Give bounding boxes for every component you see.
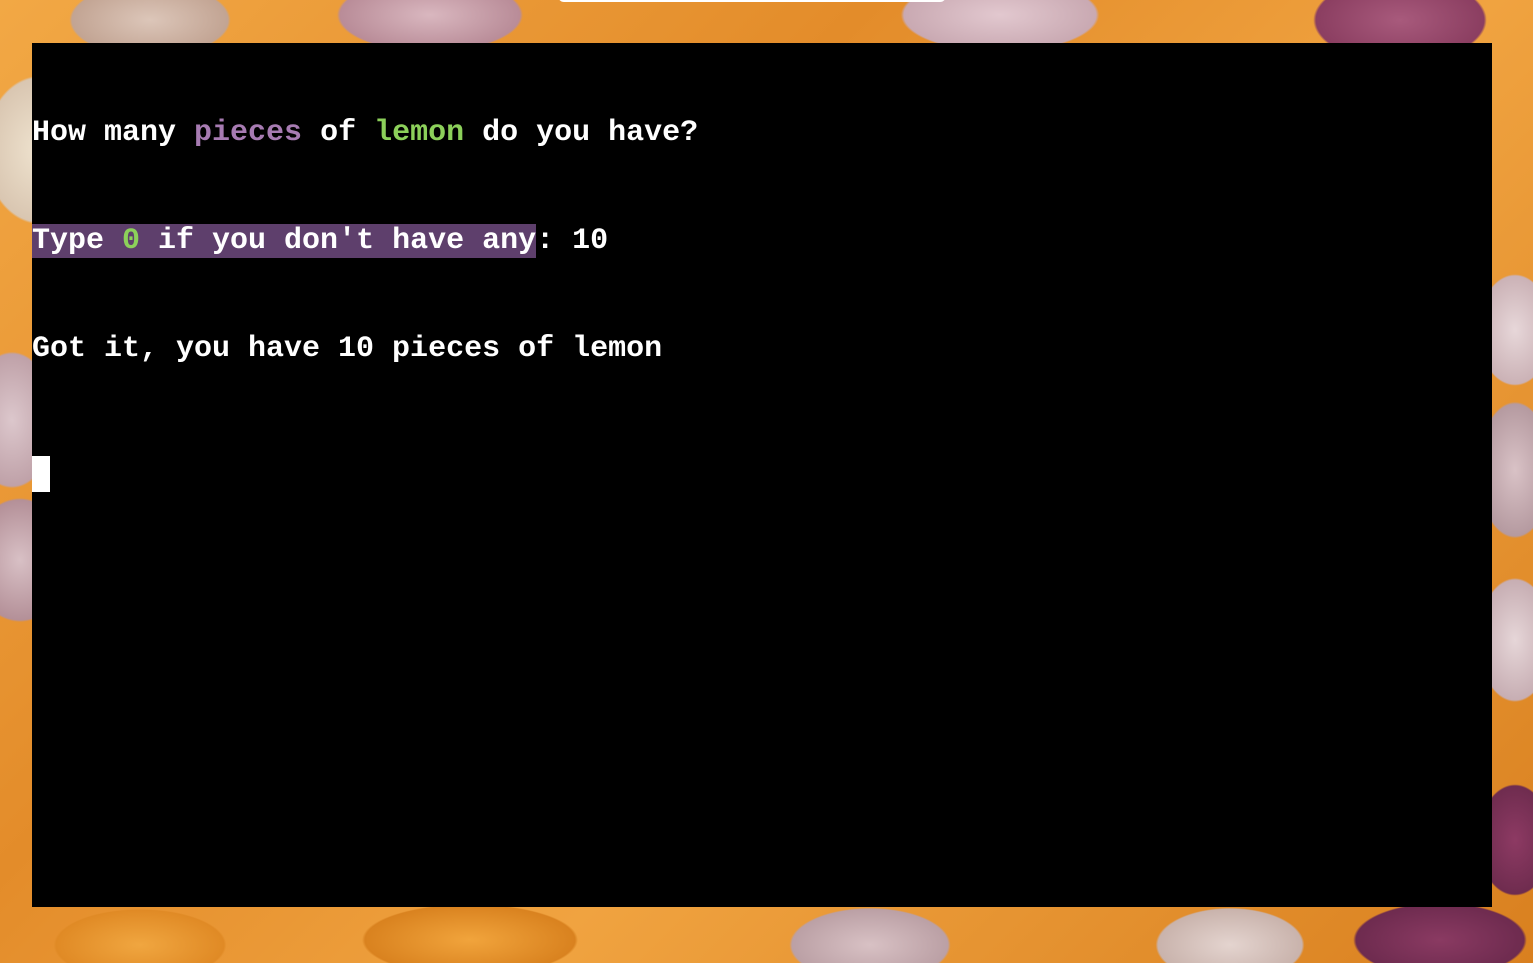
prompt-input-value[interactable]: 10 xyxy=(572,224,608,258)
block-cursor[interactable] xyxy=(32,456,50,492)
top-tab-handle xyxy=(558,0,946,2)
question-suffix: do you have? xyxy=(464,116,699,150)
question-line: How many pieces of lemon do you have? xyxy=(32,115,1492,151)
prompt-hint-rest: if you don't have any xyxy=(140,224,537,258)
ingredient-word: lemon xyxy=(374,116,465,150)
prompt-colon: : xyxy=(536,224,573,258)
question-prefix: How many xyxy=(32,116,195,150)
confirmation-line: Got it, you have 10 pieces of lemon xyxy=(32,332,663,366)
prompt-type: Type xyxy=(32,224,123,258)
prompt-zero: 0 xyxy=(122,224,141,258)
prompt-line: Type 0 if you don't have any: 10 xyxy=(32,223,1492,259)
question-of: of xyxy=(302,116,375,150)
terminal-output: How many pieces of lemon do you have? Ty… xyxy=(32,43,1492,439)
unit-word: pieces xyxy=(194,116,303,150)
prompt-hint: Type 0 if you don't have any xyxy=(32,224,537,258)
terminal-window[interactable]: How many pieces of lemon do you have? Ty… xyxy=(32,43,1492,907)
